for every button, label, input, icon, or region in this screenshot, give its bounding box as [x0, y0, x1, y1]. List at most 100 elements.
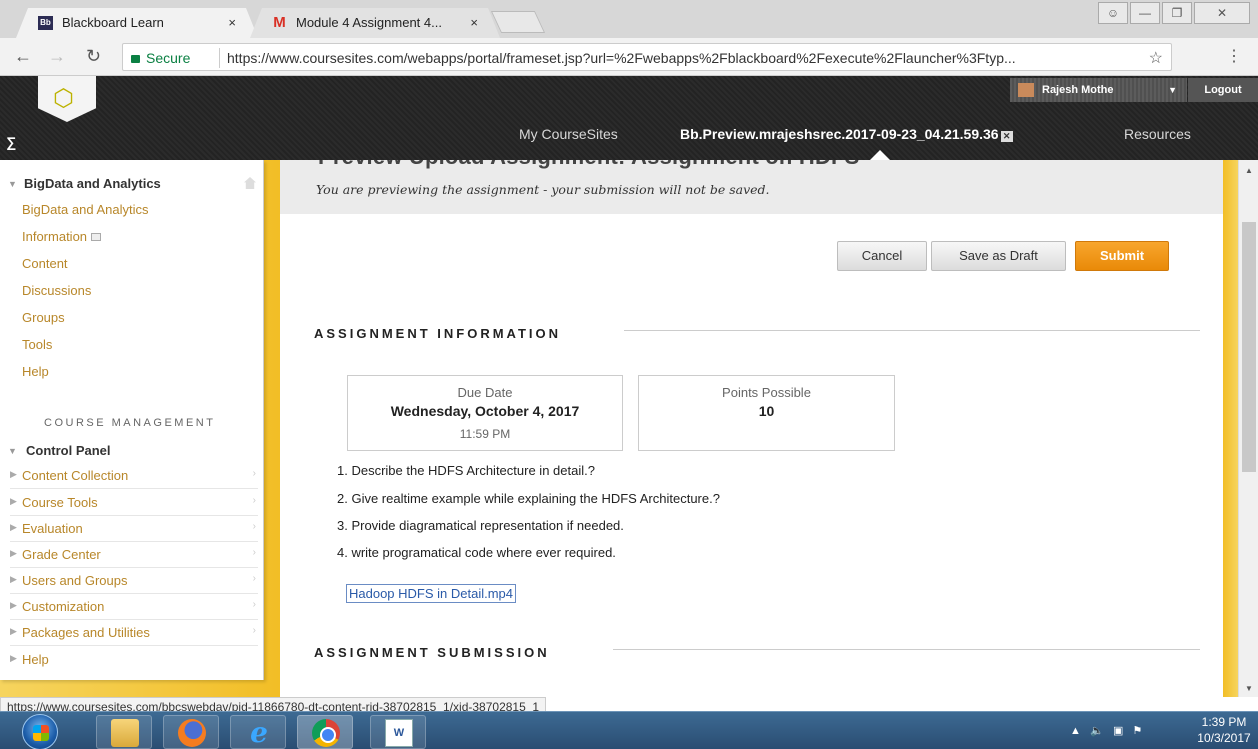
sidebar-background: ▼ BigData and Analytics BigData and Anal…: [0, 160, 280, 697]
site-header: ⬡ Rajesh Mothe ▼ Logout ∑ My CourseSites…: [0, 76, 1258, 160]
control-item-users-groups[interactable]: ▶ Users and Groups ›: [10, 568, 258, 594]
control-item-content-collection[interactable]: ▶ Content Collection ›: [10, 463, 258, 489]
home-icon[interactable]: [244, 177, 256, 189]
coursesites-logo[interactable]: ⬡: [38, 76, 96, 122]
active-nav-pointer: [870, 150, 890, 160]
browser-menu-icon[interactable]: ⋮: [1226, 46, 1242, 66]
new-tab-button[interactable]: [490, 11, 546, 33]
avatar: [1018, 83, 1034, 97]
question-line: 4. write programatical code where ever r…: [337, 545, 616, 560]
control-item-packages[interactable]: ▶ Packages and Utilities ›: [10, 620, 258, 646]
minimize-icon[interactable]: —: [1130, 2, 1160, 24]
taskbar-chrome[interactable]: [297, 715, 353, 749]
taskbar-ie[interactable]: e: [230, 715, 286, 749]
nav-my-coursesites[interactable]: My CourseSites: [519, 126, 618, 142]
windows-logo-icon: [33, 725, 49, 741]
sidebar-link-information[interactable]: Information: [22, 229, 102, 244]
sidebar-link-help[interactable]: Help: [22, 364, 49, 379]
taskbar-firefox[interactable]: [163, 715, 219, 749]
course-menu: ▼ BigData and Analytics BigData and Anal…: [0, 160, 264, 680]
tab-blackboard[interactable]: Bb Blackboard Learn ×: [16, 8, 258, 38]
expand-arrow-icon: ▶: [10, 469, 17, 479]
control-item-help[interactable]: ▶ Help: [10, 647, 258, 673]
cancel-button[interactable]: Cancel: [837, 241, 927, 271]
save-draft-button[interactable]: Save as Draft: [931, 241, 1066, 271]
course-menu-icon[interactable]: ✕: [1000, 131, 1013, 142]
chevron-right-icon: ›: [252, 468, 256, 479]
attachment-link[interactable]: Hadoop HDFS in Detail.mp4: [346, 584, 517, 603]
nav-course-label: Bb.Preview.mrajeshsrec.2017-09-23_04.21.…: [680, 126, 999, 142]
content-area: Preview Upload Assignment: Assignment on…: [280, 160, 1223, 697]
clock-date: 10/3/2017: [1197, 731, 1251, 745]
forward-arrow-icon[interactable]: →: [48, 46, 66, 67]
close-window-icon[interactable]: ✕: [1194, 2, 1250, 24]
clock-time: 1:39 PM: [1201, 715, 1247, 729]
due-date-box: Due Date Wednesday, October 4, 2017 11:5…: [347, 375, 623, 451]
nav-current-course[interactable]: Bb.Preview.mrajeshsrec.2017-09-23_04.21.…: [680, 126, 1013, 142]
expand-arrow-icon: ▶: [10, 600, 17, 610]
points-box: Points Possible 10: [638, 375, 895, 451]
sidebar-link-label: Information: [22, 229, 88, 244]
tab-gmail[interactable]: M Module 4 Assignment 4... ×: [250, 8, 500, 38]
scroll-up-icon[interactable]: ▲: [1245, 166, 1253, 175]
start-button[interactable]: [22, 714, 58, 749]
tray-arrow-icon[interactable]: ▲: [1070, 725, 1081, 737]
chevron-right-icon: ›: [252, 547, 256, 558]
right-gutter: [1223, 160, 1238, 697]
course-management-heading: COURSE MANAGEMENT: [44, 417, 216, 429]
scroll-thumb[interactable]: [1242, 222, 1256, 472]
expand-arrow-icon: ▶: [10, 496, 17, 506]
control-panel-heading[interactable]: Control Panel: [26, 443, 111, 458]
reload-icon[interactable]: ↻: [86, 46, 101, 67]
ie-icon: e: [250, 716, 268, 749]
profile-icon[interactable]: ☺: [1098, 2, 1128, 24]
course-title[interactable]: BigData and Analytics: [24, 176, 161, 191]
preview-message: You are previewing the assignment - your…: [316, 182, 770, 197]
vertical-scrollbar[interactable]: ▲ ▼: [1238, 160, 1258, 697]
tab-close-icon[interactable]: ×: [470, 8, 478, 38]
nav-resources[interactable]: Resources: [1124, 126, 1191, 142]
expand-arrow-icon: ▶: [10, 626, 17, 636]
network-icon[interactable]: ▣: [1113, 725, 1123, 737]
collapse-triangle-icon[interactable]: ▼: [8, 446, 17, 456]
control-item-customization[interactable]: ▶ Customization ›: [10, 594, 258, 620]
sidebar-link-discussions[interactable]: Discussions: [22, 283, 91, 298]
system-tray[interactable]: ▲ 🔈 ▣ ⚑: [1070, 724, 1142, 737]
taskbar-word[interactable]: W: [370, 715, 426, 749]
back-arrow-icon[interactable]: ←: [14, 46, 32, 67]
collapse-triangle-icon[interactable]: ▼: [8, 179, 17, 189]
tab-close-icon[interactable]: ×: [228, 8, 236, 38]
control-item-evaluation[interactable]: ▶ Evaluation ›: [10, 516, 258, 542]
due-date-value: Wednesday, October 4, 2017: [390, 403, 580, 419]
logout-button[interactable]: Logout: [1188, 78, 1258, 102]
expand-arrow-icon: ▶: [10, 548, 17, 558]
secure-indicator[interactable]: Secure: [131, 50, 190, 66]
url-text[interactable]: https://www.coursesites.com/webapps/port…: [227, 50, 1016, 66]
submit-button[interactable]: Submit: [1075, 241, 1169, 271]
action-center-flag-icon[interactable]: ⚑: [1133, 725, 1143, 737]
volume-icon[interactable]: 🔈: [1090, 725, 1104, 737]
maximize-icon[interactable]: ❐: [1162, 2, 1192, 24]
bookmark-star-icon[interactable]: ☆: [1149, 48, 1163, 68]
control-item-grade-center[interactable]: ▶ Grade Center ›: [10, 542, 258, 568]
control-item-label: Users and Groups: [22, 573, 128, 588]
sidebar-link-tools[interactable]: Tools: [22, 337, 52, 352]
control-item-label: Packages and Utilities: [22, 625, 150, 640]
gmail-favicon-icon: M: [273, 14, 286, 31]
sidebar-link-bigdata[interactable]: BigData and Analytics: [22, 202, 148, 217]
edit-pen-icon[interactable]: ∑: [6, 134, 16, 150]
taskbar-clock[interactable]: 1:39 PM 10/3/2017: [1196, 714, 1252, 746]
sidebar-link-groups[interactable]: Groups: [22, 310, 65, 325]
user-menu[interactable]: Rajesh Mothe ▼: [1010, 78, 1187, 102]
points-value: 10: [758, 403, 775, 419]
control-item-label: Help: [22, 652, 49, 667]
control-item-course-tools[interactable]: ▶ Course Tools ›: [10, 490, 258, 516]
secure-label: Secure: [146, 50, 191, 66]
scroll-down-icon[interactable]: ▼: [1245, 684, 1253, 693]
address-bar[interactable]: Secure https://www.coursesites.com/webap…: [122, 43, 1172, 71]
due-time-value: 11:59 PM: [459, 427, 511, 441]
taskbar-explorer[interactable]: [96, 715, 152, 749]
due-date-label: Due Date: [457, 385, 513, 400]
sidebar-link-content[interactable]: Content: [22, 256, 68, 271]
assignment-info-heading: ASSIGNMENT INFORMATION: [314, 326, 562, 341]
